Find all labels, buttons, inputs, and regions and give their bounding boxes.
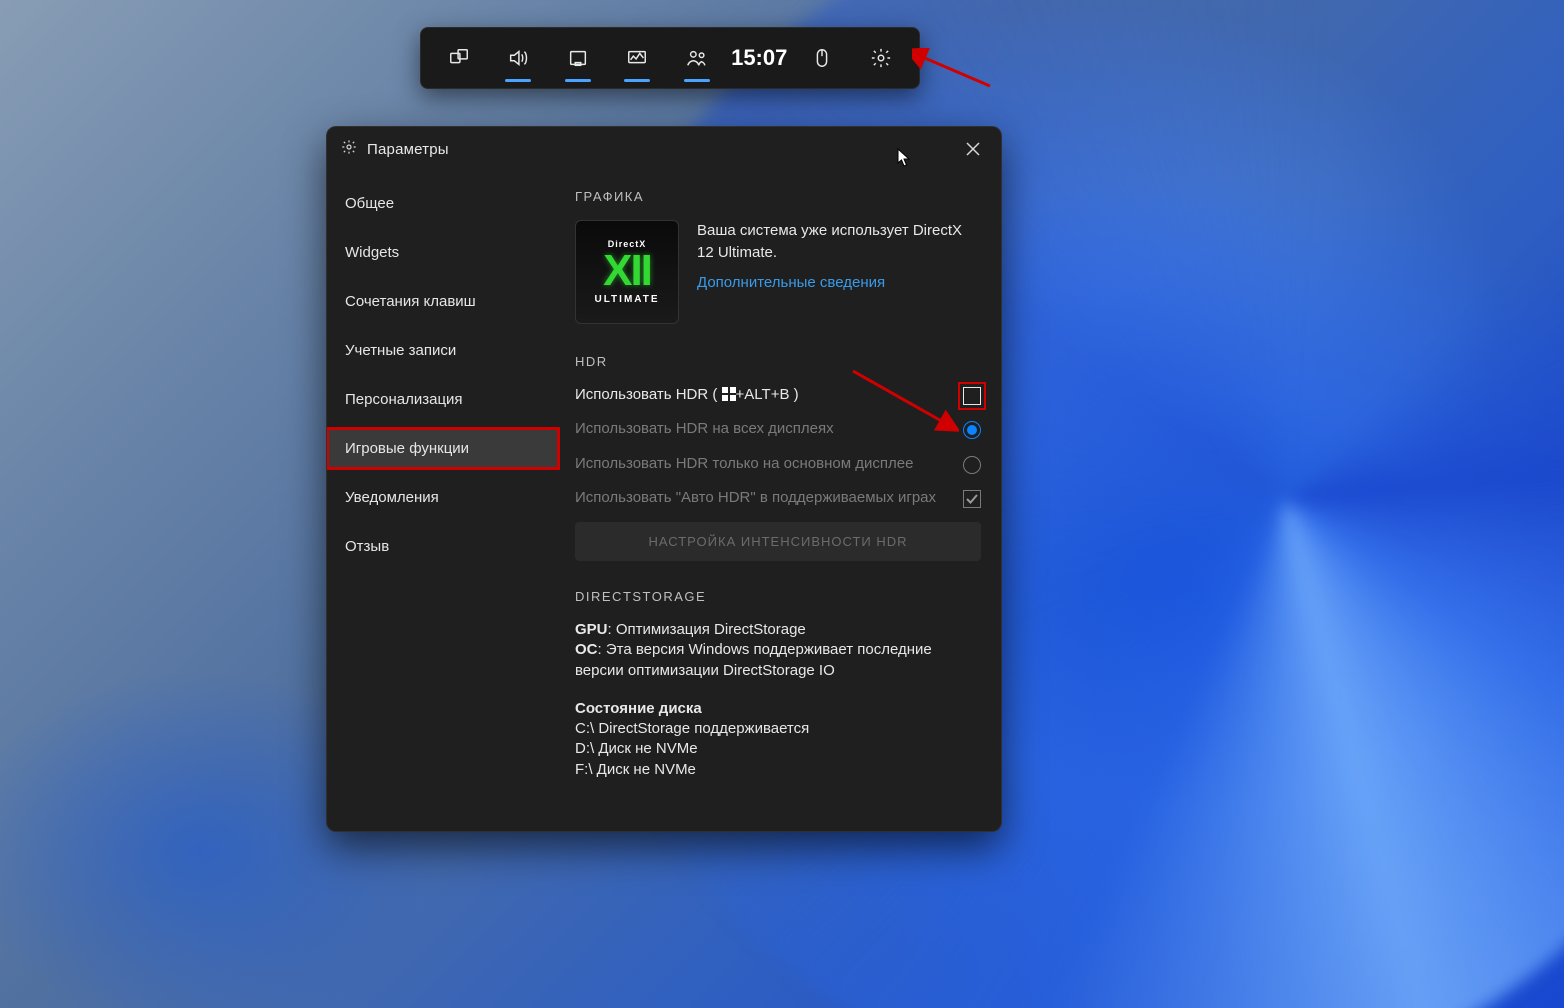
sidebar-item-personalization[interactable]: Персонализация <box>327 379 559 420</box>
windows-key-icon <box>722 387 736 401</box>
gamebar-settings-icon[interactable] <box>851 28 911 88</box>
section-hdr-title: HDR <box>575 354 981 369</box>
radio-hdr-main-display[interactable] <box>963 456 981 474</box>
gamebar-xbox-social-icon[interactable] <box>667 28 727 88</box>
panel-header: Параметры <box>327 127 1001 171</box>
gamebar-audio-icon[interactable] <box>489 28 549 88</box>
sidebar-item-notifications[interactable]: Уведомления <box>327 477 559 518</box>
settings-sidebar: Общее Widgets Сочетания клавиш Учетные з… <box>327 171 559 831</box>
sidebar-item-shortcuts[interactable]: Сочетания клавиш <box>327 281 559 322</box>
gamebar-performance-icon[interactable] <box>608 28 668 88</box>
hdr-intensity-button: НАСТРОЙКА ИНТЕНСИВНОСТИ HDR <box>575 522 981 561</box>
close-button[interactable] <box>959 135 987 163</box>
option-hdr-all-displays[interactable]: Использовать HDR на всех дисплеях <box>575 419 981 439</box>
option-hdr-main-display[interactable]: Использовать HDR только на основном дисп… <box>575 454 981 474</box>
section-directstorage-title: DIRECTSTORAGE <box>575 589 981 604</box>
sidebar-item-general[interactable]: Общее <box>327 183 559 224</box>
settings-content: ГРАФИКА DirectX XII ULTIMATE Ваша систем… <box>559 171 1001 831</box>
gear-icon <box>341 139 357 160</box>
checkbox-use-hdr[interactable] <box>963 387 981 405</box>
panel-title: Параметры <box>367 141 449 158</box>
sidebar-item-gaming-features[interactable]: Игровые функции <box>327 428 559 469</box>
option-use-hdr-label: Использовать HDR ( +ALT+B ) <box>575 385 949 405</box>
checkbox-auto-hdr[interactable] <box>963 490 981 508</box>
sidebar-item-widgets[interactable]: Widgets <box>327 232 559 273</box>
gamebar-toolbar: 15:07 <box>420 27 920 89</box>
gamebar-widgets-icon[interactable] <box>429 28 489 88</box>
sidebar-item-feedback[interactable]: Отзыв <box>327 526 559 567</box>
gamebar-clock: 15:07 <box>727 45 792 71</box>
directstorage-disk-status: Состояние диска C:\ DirectStorage поддер… <box>575 699 981 780</box>
directx-12-ultimate-badge: DirectX XII ULTIMATE <box>575 220 679 324</box>
gamebar-capture-icon[interactable] <box>548 28 608 88</box>
learn-more-link[interactable]: Дополнительные сведения <box>697 272 981 294</box>
radio-hdr-all-displays[interactable] <box>963 421 981 439</box>
settings-panel: Параметры Общее Widgets Сочетания клавиш… <box>326 126 1002 832</box>
directx-status-text: Ваша система уже использует DirectX 12 U… <box>697 220 981 324</box>
option-use-hdr[interactable]: Использовать HDR ( +ALT+B ) <box>575 385 981 405</box>
section-graphics-title: ГРАФИКА <box>575 189 981 204</box>
gamebar-mouse-icon[interactable] <box>792 28 852 88</box>
sidebar-item-accounts[interactable]: Учетные записи <box>327 330 559 371</box>
option-auto-hdr[interactable]: Использовать "Авто HDR" в поддерживаемых… <box>575 488 981 508</box>
directstorage-status: GPU: Оптимизация DirectStorage ОС: Эта в… <box>575 620 981 681</box>
